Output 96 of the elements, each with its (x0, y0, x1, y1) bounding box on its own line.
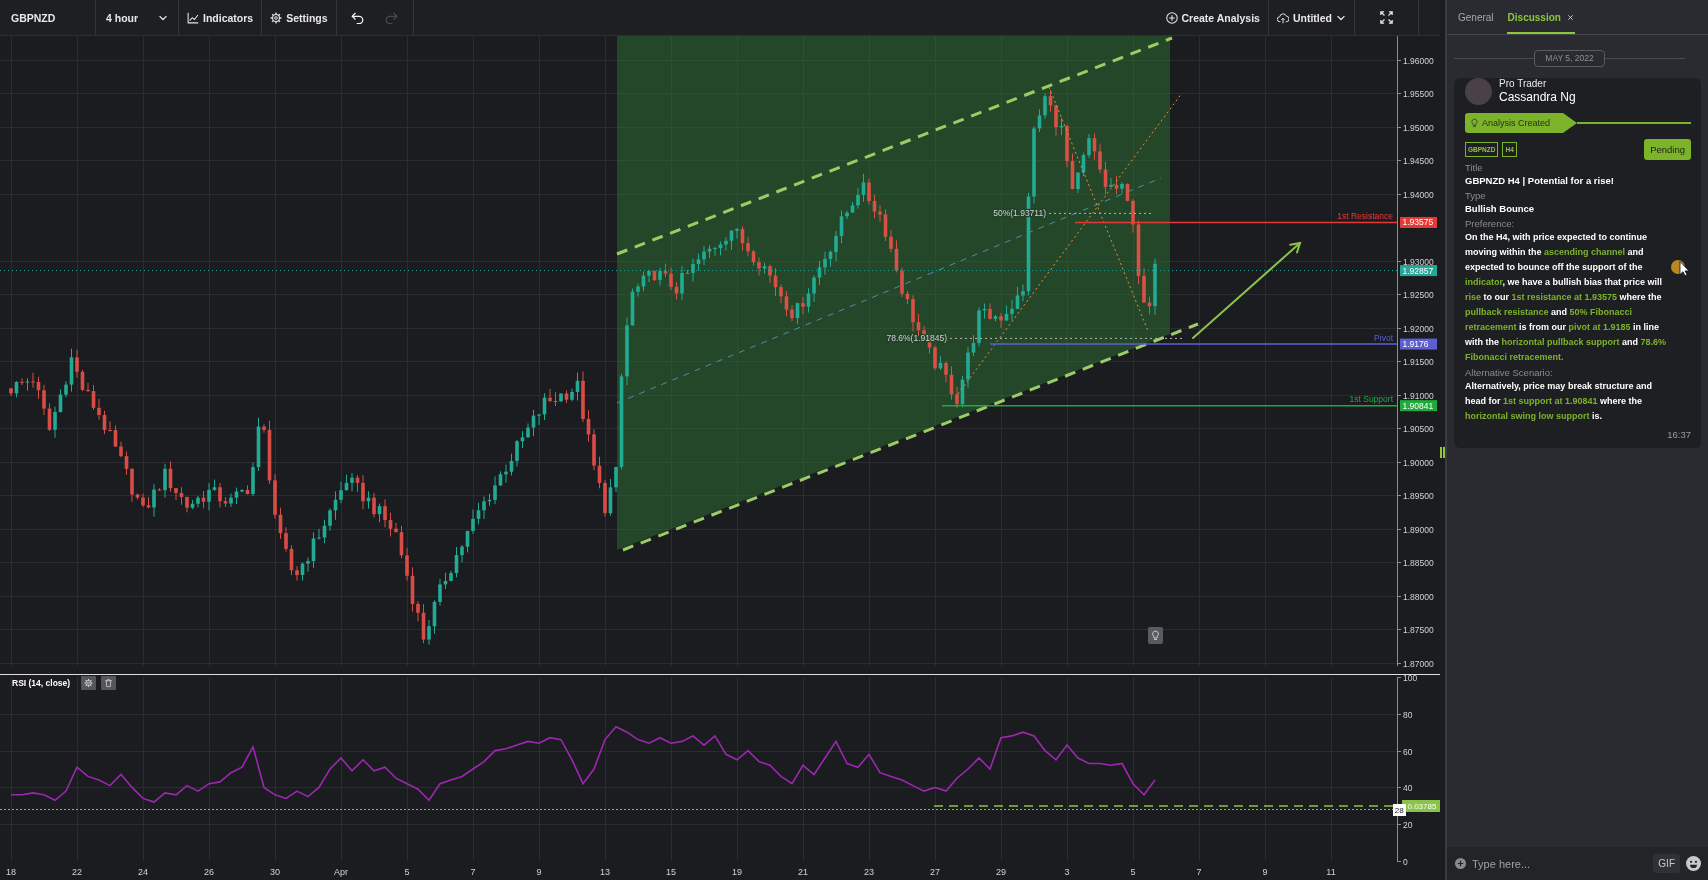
price-axis-label: 1.87000 (1403, 658, 1434, 669)
date-axis-label: 15 (666, 867, 676, 877)
mouse-cursor-icon (1671, 259, 1690, 276)
date-axis-label: 7 (470, 867, 476, 877)
rsi-axis-label: 20 (1403, 819, 1413, 830)
price-tag: 1.93575 (1400, 217, 1437, 228)
price-axis-label: 1.94500 (1403, 155, 1434, 166)
date-axis-label: 13 (600, 867, 610, 877)
price-axis-label: 1.87500 (1403, 624, 1434, 635)
date-axis-label: 11 (1326, 867, 1336, 877)
panel-tab[interactable]: Discussion (1506, 0, 1575, 34)
rsi-axis-label: 40 (1403, 782, 1413, 793)
price-axis-label: 1.90500 (1403, 423, 1434, 434)
lightbulb-icon (1470, 118, 1479, 128)
cloud-upload-icon (1276, 11, 1289, 24)
remove-indicator-button[interactable] (101, 676, 116, 690)
level-label: Pivot (1374, 332, 1393, 343)
price-axis-label: 1.95500 (1403, 88, 1434, 99)
price-axis-label: 1.96000 (1403, 55, 1434, 66)
price-axis-label: 1.88500 (1403, 557, 1434, 568)
level-label: 1st Resistance (1337, 211, 1393, 221)
analysis-text: Alternatively, price may break structure and head for 1st support at 1.90841 where the horizontal swing low support is. (1465, 380, 1653, 423)
symbol-selector[interactable]: GBPNZD (0, 0, 96, 35)
fullscreen-icon (1380, 11, 1393, 24)
avatar (1465, 78, 1492, 105)
date-axis-label: 9 (1262, 867, 1268, 877)
date-axis-label: 24 (138, 867, 148, 877)
field-value: GBPNZD H4 | Potential for a rise! (1465, 174, 1615, 188)
author-name: Cassandra Ng (1499, 90, 1576, 105)
rsi-axis-label: 80 (1403, 709, 1413, 720)
event-label: Analysis Created (1482, 118, 1551, 128)
rsi-axis-label: 100 (1403, 674, 1418, 683)
date-axis-label: 3 (1064, 867, 1070, 877)
plus-circle-icon (1165, 11, 1178, 24)
date-axis-label: 29 (996, 867, 1006, 877)
lightbulb-icon (1152, 631, 1159, 640)
price-axis-label: 1.90000 (1403, 457, 1434, 468)
analysis-text: On the H4, with price expected to continue moving within the ascending channel and expected to bounce off the support of the indicator, we have a bullish bias that price will rise to our 1st resistance at 1.93575 where the pullback resistance and 50% Fibonacci retracement is from our pivot at 1.9185 in line with the horizontal pullback support and 78.6% Fibonacci retracement. (1465, 231, 1668, 364)
price-axis-label: 1.92500 (1403, 289, 1434, 300)
date-axis-label: 23 (864, 867, 874, 877)
layout-name-dropdown[interactable]: Untitled (1268, 0, 1355, 35)
field-label: Alternative Scenario: (1465, 366, 1554, 379)
price-axis-label: 1.89000 (1403, 524, 1434, 535)
price-axis-label: 1.93000 (1403, 256, 1434, 267)
date-axis-label: 7 (1196, 867, 1202, 877)
rsi-level-tag: 28 (1393, 804, 1406, 816)
date-axis-label: 9 (536, 867, 542, 877)
close-icon[interactable] (1566, 13, 1574, 21)
date-axis-label: 5 (404, 867, 410, 877)
date-axis-label: 18 (6, 867, 16, 877)
date-label: MAY 5, 2022 (1534, 50, 1605, 67)
rsi-title: RSI (14, close) (12, 678, 71, 688)
trash-icon (105, 679, 112, 687)
field-label: Preference: (1465, 217, 1516, 230)
date-axis-label: 26 (204, 867, 214, 877)
line-chart-icon (187, 11, 199, 24)
panel-tab[interactable]: General (1457, 0, 1495, 34)
rsi-axis-label: 60 (1403, 746, 1413, 757)
author-role: Pro Trader (1499, 78, 1548, 90)
date-axis-label: Apr (334, 867, 348, 877)
resize-handle-icon[interactable] (1440, 447, 1445, 458)
date-axis-label: 27 (930, 867, 940, 877)
message-input[interactable]: Type here... (1472, 857, 1648, 870)
idea-button[interactable] (1148, 627, 1163, 644)
price-axis-label: 1.91500 (1403, 356, 1434, 367)
price-tag: 1.90841 (1400, 400, 1437, 412)
price-tag: 1.92857 (1400, 265, 1437, 277)
emoji-icon[interactable] (1686, 856, 1701, 871)
settings-button[interactable]: Settings (262, 0, 337, 35)
field-label: Type (1465, 189, 1487, 202)
interval-dropdown[interactable]: 4 hour (96, 0, 179, 35)
date-axis-label: 19 (732, 867, 742, 877)
price-axis-label: 1.92000 (1403, 323, 1434, 334)
date-axis-label: 30 (270, 867, 280, 877)
gif-button[interactable]: GIF (1653, 854, 1680, 873)
date-axis-label: 21 (798, 867, 808, 877)
message-time: 16:37 (1666, 429, 1691, 441)
date-axis-label: 22 (72, 867, 82, 877)
field-label: Title (1465, 161, 1484, 174)
price-axis-label: 1.89500 (1403, 490, 1434, 501)
price-axis-label: 1.94000 (1403, 189, 1434, 200)
level-label: 1st Support (1349, 394, 1393, 405)
rsi-axis-label: 0 (1403, 856, 1408, 867)
create-analysis-button[interactable]: Create Analysis (1157, 0, 1269, 35)
price-tag: 1.9176 (1400, 338, 1437, 350)
status-badge: Pending (1644, 139, 1691, 160)
indicator-settings-button[interactable] (81, 676, 96, 690)
settings-icon (270, 11, 283, 24)
indicators-button[interactable]: Indicators (179, 0, 263, 35)
price-axis-label: 1.91000 (1403, 390, 1434, 401)
date-axis-label: 5 (1130, 867, 1136, 877)
price-axis-label: 1.88000 (1403, 591, 1434, 602)
field-value: Bullish Bounce (1465, 202, 1536, 216)
settings-icon (84, 678, 93, 688)
price-axis-label: 1.95000 (1403, 122, 1434, 133)
add-icon[interactable] (1455, 858, 1466, 869)
